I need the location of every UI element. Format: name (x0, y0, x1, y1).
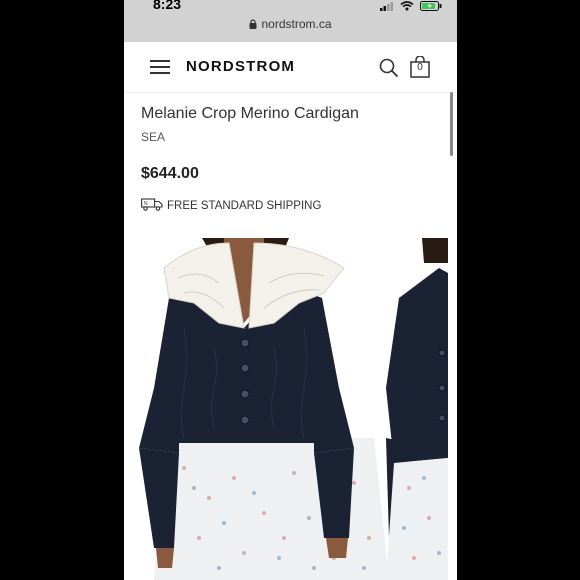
cellular-signal-icon (380, 2, 393, 11)
url-field[interactable]: nordstrom.ca (124, 17, 457, 31)
lock-icon (249, 19, 257, 29)
site-logo[interactable]: NORDSTROM (186, 58, 295, 75)
product-image-gallery[interactable] (124, 238, 457, 580)
menu-icon[interactable] (150, 59, 170, 75)
truck-icon: N (141, 198, 163, 211)
wifi-icon (400, 1, 414, 11)
product-photo (139, 238, 448, 580)
phone-screen: 8:23 nordstrom.ca NORDSTROM 0 Melanie Cr… (124, 0, 457, 580)
product-title: Melanie Crop Merino Cardigan (141, 105, 359, 122)
bag-count: 0 (417, 62, 423, 73)
product-brand[interactable]: SEA (141, 130, 165, 144)
browser-url-bar[interactable]: nordstrom.ca (124, 12, 457, 42)
search-icon[interactable] (379, 58, 399, 78)
shopping-bag-button[interactable]: 0 (410, 55, 430, 83)
product-image-main[interactable] (139, 238, 389, 580)
battery-icon (420, 1, 442, 11)
status-time: 8:23 (153, 0, 182, 12)
product-price: $644.00 (141, 165, 199, 182)
svg-text:N: N (144, 201, 148, 207)
site-header: NORDSTROM 0 (124, 42, 457, 156)
shipping-text: FREE STANDARD SHIPPING (167, 200, 322, 212)
scrollbar[interactable] (450, 92, 453, 156)
url-text: nordstrom.ca (261, 17, 332, 31)
status-bar: 8:23 (124, 0, 457, 12)
shipping-info: N FREE STANDARD SHIPPING (141, 198, 321, 212)
product-image-secondary[interactable] (386, 238, 448, 580)
